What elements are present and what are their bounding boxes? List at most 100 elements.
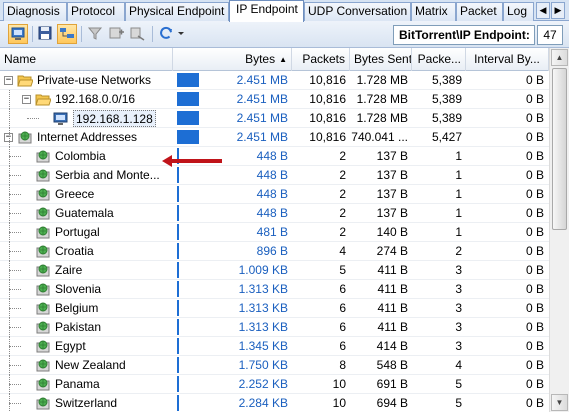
toolbar: BitTorrent\IP Endpoint: 47 xyxy=(0,21,569,48)
tree-connector xyxy=(9,280,10,299)
network-globe-icon xyxy=(36,397,50,410)
row-interval: 0 B xyxy=(525,301,544,315)
table-row[interactable]: − Internet Addresses 2.451 MB 10,816 740.041… xyxy=(0,128,549,147)
tree-connector xyxy=(9,232,21,233)
row-name: Slovenia xyxy=(55,282,102,296)
grid-header: Name Bytes ▲ Packets Bytes Sent Packe... … xyxy=(0,48,569,71)
table-row[interactable]: 192.168.1.128 2.451 MB 10,816 1.728 MB 5,389… xyxy=(0,109,549,128)
table-row[interactable]: Zaire 1.009 KB 5 411 B 3 0 B xyxy=(0,261,549,280)
row-packets-sent: 1 xyxy=(455,206,462,220)
row-packets: 2 xyxy=(339,168,346,182)
row-name: Greece xyxy=(55,187,95,201)
save-button[interactable] xyxy=(36,24,56,44)
table-row[interactable]: Croatia 896 B 4 274 B 2 0 B xyxy=(0,242,549,261)
scroll-down-button[interactable]: ▼ xyxy=(551,394,568,411)
row-bytes: 896 B xyxy=(256,244,288,258)
table-row[interactable]: Colombia 448 B 2 137 B10 B xyxy=(0,147,549,166)
network-globe-icon xyxy=(36,188,50,201)
bytes-bar xyxy=(177,186,179,202)
tree-connector xyxy=(9,128,10,147)
table-row[interactable]: New Zealand 1.750 KB 8 548 B 4 0 B xyxy=(0,356,549,375)
bytes-bar xyxy=(177,224,179,240)
collapse-icon[interactable]: − xyxy=(22,95,31,104)
column-header-packets[interactable]: Packets xyxy=(292,48,350,71)
table-row[interactable]: Portugal 481 B 2 140 B 1 0 B xyxy=(0,223,549,242)
tree-connector xyxy=(9,394,10,412)
node-view-button[interactable] xyxy=(8,24,28,44)
vertical-scrollbar[interactable]: ▲ ▼ xyxy=(549,48,569,412)
row-packets-sent: 5,389 xyxy=(431,73,462,87)
column-header-bytes-sent[interactable]: Bytes Sent xyxy=(350,48,412,71)
toolbar-separator xyxy=(152,26,153,42)
row-name: Zaire xyxy=(55,263,83,277)
selection-pointer-arrow-icon xyxy=(162,155,222,167)
row-bytes-sent: 137 B xyxy=(376,206,408,220)
collapse-icon[interactable]: − xyxy=(4,76,13,85)
table-row[interactable]: − Private-use Networks 2.451 MB 10,816 1.728… xyxy=(0,71,549,90)
row-bytes: 1.345 KB xyxy=(238,339,288,353)
row-name: Pakistan xyxy=(55,320,102,334)
table-row[interactable]: − 192.168.0.0/16 2.451 MB 10,816 1.728 MB 5,3… xyxy=(0,90,549,109)
scroll-up-button[interactable]: ▲ xyxy=(551,49,568,66)
locate-button[interactable] xyxy=(128,24,148,44)
column-header-packets-sent[interactable]: Packe... xyxy=(412,48,466,71)
tab-matrix[interactable]: Matrix xyxy=(411,2,456,21)
row-bytes-sent: 694 B xyxy=(376,396,408,410)
network-globe-icon xyxy=(36,245,50,258)
row-packets-sent: 1 xyxy=(455,168,462,182)
filter-icon xyxy=(87,27,103,40)
row-bytes-sent: 140 B xyxy=(376,225,408,239)
tree-connector xyxy=(9,299,10,318)
tab-scroll-right-button[interactable]: ▶ xyxy=(551,2,565,19)
tree-view-button[interactable] xyxy=(57,24,77,44)
column-header-bytes[interactable]: Bytes ▲ xyxy=(173,48,292,71)
row-interval: 0 B xyxy=(525,168,544,182)
table-row[interactable]: Greece 448 B 2 137 B 1 0 B xyxy=(0,185,549,204)
refresh-button[interactable] xyxy=(157,24,177,44)
table-row[interactable]: Switzerland 2.284 KB 10 694 B 5 0 B xyxy=(0,394,549,412)
tab-udp-conversation[interactable]: UDP Conversation xyxy=(304,2,411,21)
tab-log[interactable]: Log xyxy=(503,2,534,21)
tree-connector xyxy=(9,175,21,176)
table-row[interactable]: Panama 2.252 KB 10 691 B 5 0 B xyxy=(0,375,549,394)
row-bytes: 2.451 MB xyxy=(236,73,288,87)
table-row[interactable]: Pakistan 1.313 KB 6 411 B 3 0 B xyxy=(0,318,549,337)
bytes-bar xyxy=(177,338,179,354)
tab-protocol[interactable]: Protocol xyxy=(67,2,125,21)
tab-packet[interactable]: Packet xyxy=(456,2,503,21)
row-bytes-sent: 1.728 MB xyxy=(356,73,408,87)
tree-connector xyxy=(9,109,10,128)
bytes-bar xyxy=(177,395,179,411)
add-filter-icon xyxy=(109,27,124,39)
ip-endpoint-grid: Name Bytes ▲ Packets Bytes Sent Packe... … xyxy=(0,48,569,412)
refresh-dropdown-button[interactable] xyxy=(176,24,186,44)
filter-button[interactable] xyxy=(86,24,106,44)
table-row[interactable]: Slovenia 1.313 KB 6 411 B 3 0 B xyxy=(0,280,549,299)
network-globe-icon xyxy=(36,321,50,334)
bytes-bar xyxy=(177,167,179,183)
row-bytes: 448 B xyxy=(256,168,288,182)
scrollbar-thumb[interactable] xyxy=(552,68,567,230)
tab-physical-endpoint[interactable]: Physical Endpoint xyxy=(125,2,229,21)
bytes-bar xyxy=(177,130,199,144)
tree-connector xyxy=(27,118,39,119)
table-row[interactable]: Egypt 1.345 KB 6 414 B 3 0 B xyxy=(0,337,549,356)
row-packets: 2 xyxy=(339,225,346,239)
column-header-name[interactable]: Name xyxy=(0,48,173,71)
table-row[interactable]: Serbia and Monte... 448 B 2 137 B 1 0 B xyxy=(0,166,549,185)
column-header-interval[interactable]: Interval By... xyxy=(466,48,549,71)
tab-diagnosis[interactable]: Diagnosis xyxy=(3,2,67,21)
row-bytes-sent: 137 B xyxy=(376,149,408,163)
table-row[interactable]: Belgium 1.313 KB 6 411 B 3 0 B xyxy=(0,299,549,318)
row-interval: 0 B xyxy=(525,187,544,201)
row-bytes-sent: 411 B xyxy=(377,263,408,277)
table-row[interactable]: Guatemala 448 B 2 137 B 1 0 B xyxy=(0,204,549,223)
tree-connector xyxy=(9,356,10,375)
row-packets-sent: 5,389 xyxy=(431,92,462,106)
tab-scroll-left-button[interactable]: ◀ xyxy=(536,2,550,19)
network-globe-icon xyxy=(36,207,50,220)
tab-ip-endpoint[interactable]: IP Endpoint xyxy=(229,0,304,22)
column-header-name-label: Name xyxy=(4,52,37,66)
row-bytes-sent: 548 B xyxy=(376,358,408,372)
add-filter-button[interactable] xyxy=(107,24,127,44)
